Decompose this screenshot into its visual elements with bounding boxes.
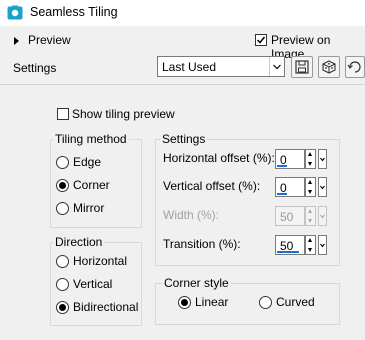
radio-mirror[interactable] [56,202,69,215]
transition-input[interactable]: 50 [275,235,305,255]
corner-style-label: Corner style [162,276,231,290]
radio-horizontal-label: Horizontal [73,254,128,268]
spin-down-icon[interactable] [306,187,315,196]
radio-edge-label: Edge [73,155,102,169]
width-value: 50 [280,210,294,224]
radio-bidirectional-label: Bidirectional [73,300,139,314]
radio-curved[interactable] [259,296,272,309]
spin-down-icon[interactable] [306,159,315,168]
spin-up-icon[interactable] [306,236,315,245]
settings-label: Settings [13,61,57,75]
radio-horizontal[interactable] [56,255,69,268]
horizontal-offset-label: Horizontal offset (%): [163,151,275,165]
offset-settings-label: Settings [160,132,208,146]
width-label: Width (%): [163,208,220,222]
horizontal-offset-spinner[interactable] [305,149,316,169]
radio-bidirectional[interactable] [56,301,69,314]
preview-on-image-checkbox[interactable] [255,34,267,46]
vertical-offset-input[interactable]: 0 [275,177,305,197]
window-title: Seamless Tiling [30,5,118,19]
radio-vertical-label: Vertical [73,277,113,291]
radio-corner-label: Corner [73,178,110,192]
radio-corner[interactable] [56,179,69,192]
preset-dropdown[interactable]: Last Used [157,56,285,77]
radio-curved-label: Curved [276,295,315,309]
transition-spinner[interactable] [305,235,316,255]
radio-edge[interactable] [56,156,69,169]
radio-linear[interactable] [178,296,191,309]
randomize-button[interactable] [318,56,340,78]
chevron-down-icon[interactable] [269,57,284,76]
transition-slider-button[interactable] [318,235,327,255]
dice-icon [322,60,336,74]
expand-arrow-icon[interactable] [14,37,19,45]
spin-down-icon[interactable] [306,245,315,254]
vertical-offset-spinner[interactable] [305,177,316,197]
spin-up-icon[interactable] [306,150,315,159]
checkmark-icon [256,36,266,44]
horizontal-offset-input[interactable]: 0 [275,149,305,169]
reset-button[interactable] [345,56,365,78]
vertical-offset-label: Vertical offset (%): [163,179,261,193]
chevron-down-icon [320,214,325,219]
spin-down-icon [306,216,315,225]
radio-mirror-label: Mirror [73,201,105,215]
chevron-down-icon [320,243,325,248]
tiling-method-label: Tiling method [53,132,129,146]
radio-vertical[interactable] [56,278,69,291]
save-preset-button[interactable] [291,56,313,78]
app-icon [7,5,23,21]
spin-up-icon [306,207,315,216]
width-slider-button [318,206,327,226]
preview-toggle[interactable]: Preview [28,33,71,47]
transition-label: Transition (%): [163,237,241,251]
show-tiling-preview-label: Show tiling preview [72,107,175,121]
width-spinner [305,206,316,226]
chevron-down-icon [320,157,325,162]
horizontal-offset-slider-button[interactable] [318,149,327,169]
direction-label: Direction [53,235,105,249]
vertical-offset-slider-button[interactable] [318,177,327,197]
radio-linear-label: Linear [195,295,229,309]
floppy-disk-icon [295,60,309,74]
width-input: 50 [275,206,305,226]
reset-icon [347,61,361,73]
show-tiling-preview-checkbox[interactable] [57,108,69,120]
spin-up-icon[interactable] [306,178,315,187]
preset-value: Last Used [162,60,217,74]
chevron-down-icon [320,185,325,190]
